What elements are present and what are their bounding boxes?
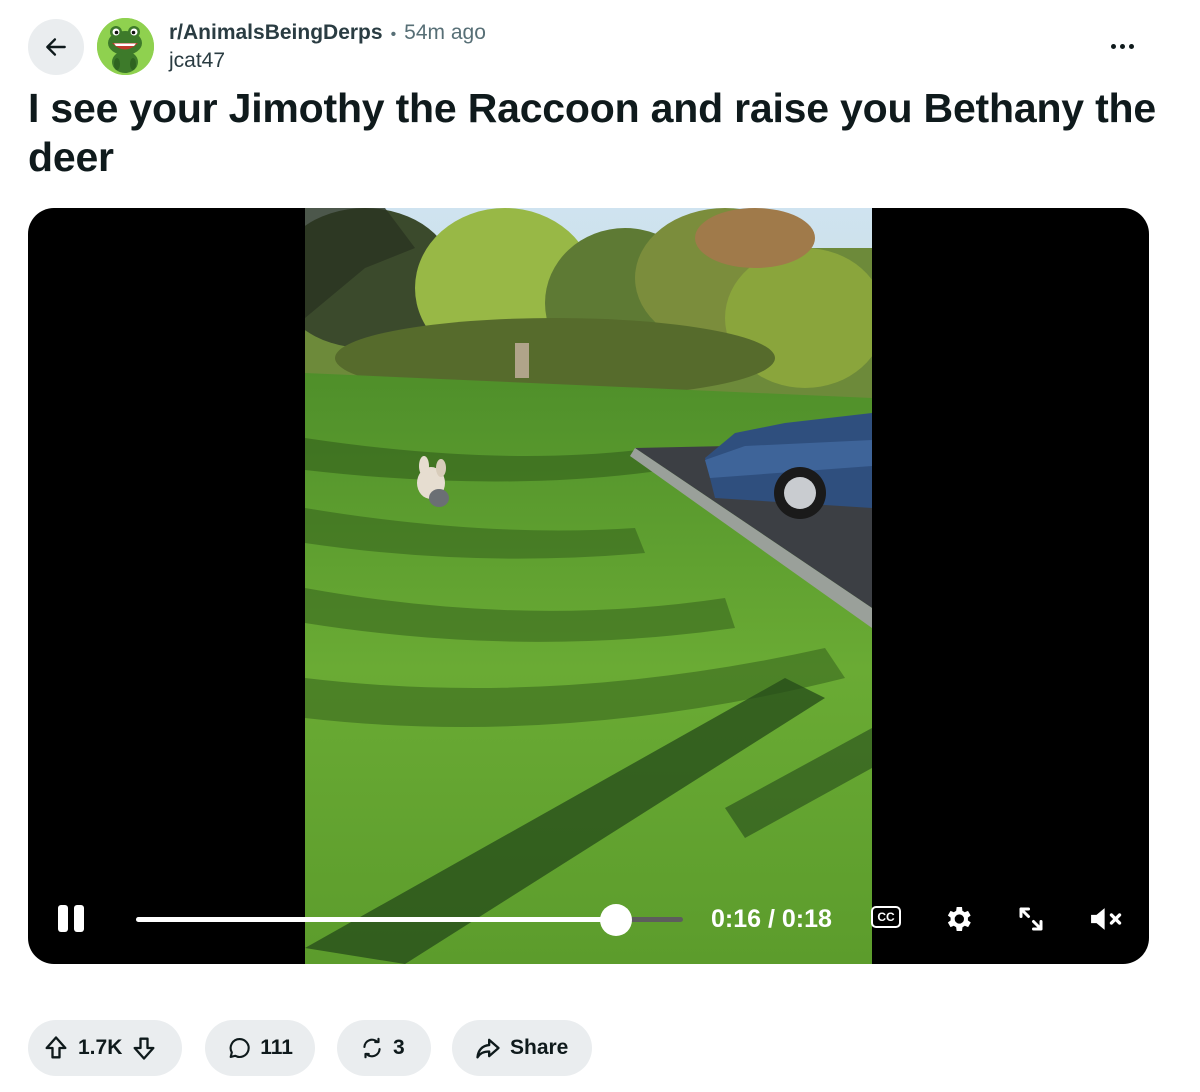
post-action-bar: 1.7K 111 3 Share: [28, 1020, 608, 1076]
pause-icon: [58, 905, 68, 932]
meta-separator: •: [390, 26, 397, 43]
ellipsis-icon: [1110, 43, 1116, 49]
cc-icon: CC: [877, 910, 895, 924]
subreddit-link[interactable]: r/AnimalsBeingDerps: [169, 21, 383, 45]
closed-captions-button[interactable]: CC: [871, 906, 901, 928]
author-link[interactable]: jcat47: [169, 49, 225, 73]
upvote-arrow-icon: [45, 1036, 67, 1059]
pause-button[interactable]: [58, 905, 86, 933]
ellipsis-dot: [1128, 43, 1134, 49]
more-options-button[interactable]: [1094, 26, 1150, 66]
mute-button[interactable]: [1086, 900, 1126, 938]
arrow-left-icon: [46, 38, 66, 56]
comments-button[interactable]: 111: [205, 1020, 315, 1076]
progress-scrubber[interactable]: [599, 904, 632, 936]
downvote-arrow-icon: [133, 1037, 155, 1060]
downvote-button[interactable]: [130, 1034, 158, 1062]
video-frame: [305, 208, 872, 964]
video-still-image: [305, 208, 872, 964]
upvote-button[interactable]: [42, 1034, 70, 1062]
settings-button[interactable]: [940, 901, 976, 937]
frog-mascot-icon: [97, 18, 154, 75]
comment-bubble-icon: [229, 1037, 250, 1059]
muted-speaker-icon: [1091, 908, 1122, 930]
vote-count: 1.7K: [78, 1036, 123, 1059]
subreddit-avatar[interactable]: [97, 18, 154, 75]
pause-icon-bar: [74, 905, 84, 932]
crosspost-button[interactable]: 3: [337, 1020, 431, 1076]
fullscreen-icon: [1019, 907, 1043, 931]
ellipsis-dot: [1119, 43, 1125, 49]
post-title[interactable]: I see your Jimothy the Raccoon and raise…: [28, 84, 1158, 182]
progress-fill: [136, 917, 616, 922]
post-meta: r/AnimalsBeingDerps • 54m ago: [169, 21, 486, 45]
share-arrow-icon: [476, 1038, 500, 1059]
video-timecode: 0:16 / 0:18: [711, 905, 832, 933]
settings-gear-icon: [947, 907, 971, 931]
comment-count: 111: [260, 1036, 293, 1059]
vote-group: 1.7K: [28, 1020, 182, 1076]
crosspost-count: 3: [393, 1036, 405, 1059]
share-label: Share: [510, 1036, 569, 1059]
fullscreen-button[interactable]: [1014, 902, 1048, 936]
progress-bar[interactable]: [136, 904, 683, 936]
video-player[interactable]: 0:16 / 0:18 CC: [28, 208, 1149, 964]
share-button[interactable]: Share: [452, 1020, 592, 1076]
back-button[interactable]: [28, 19, 84, 75]
post-time: 54m ago: [404, 21, 486, 44]
crosspost-icon: [363, 1037, 381, 1059]
